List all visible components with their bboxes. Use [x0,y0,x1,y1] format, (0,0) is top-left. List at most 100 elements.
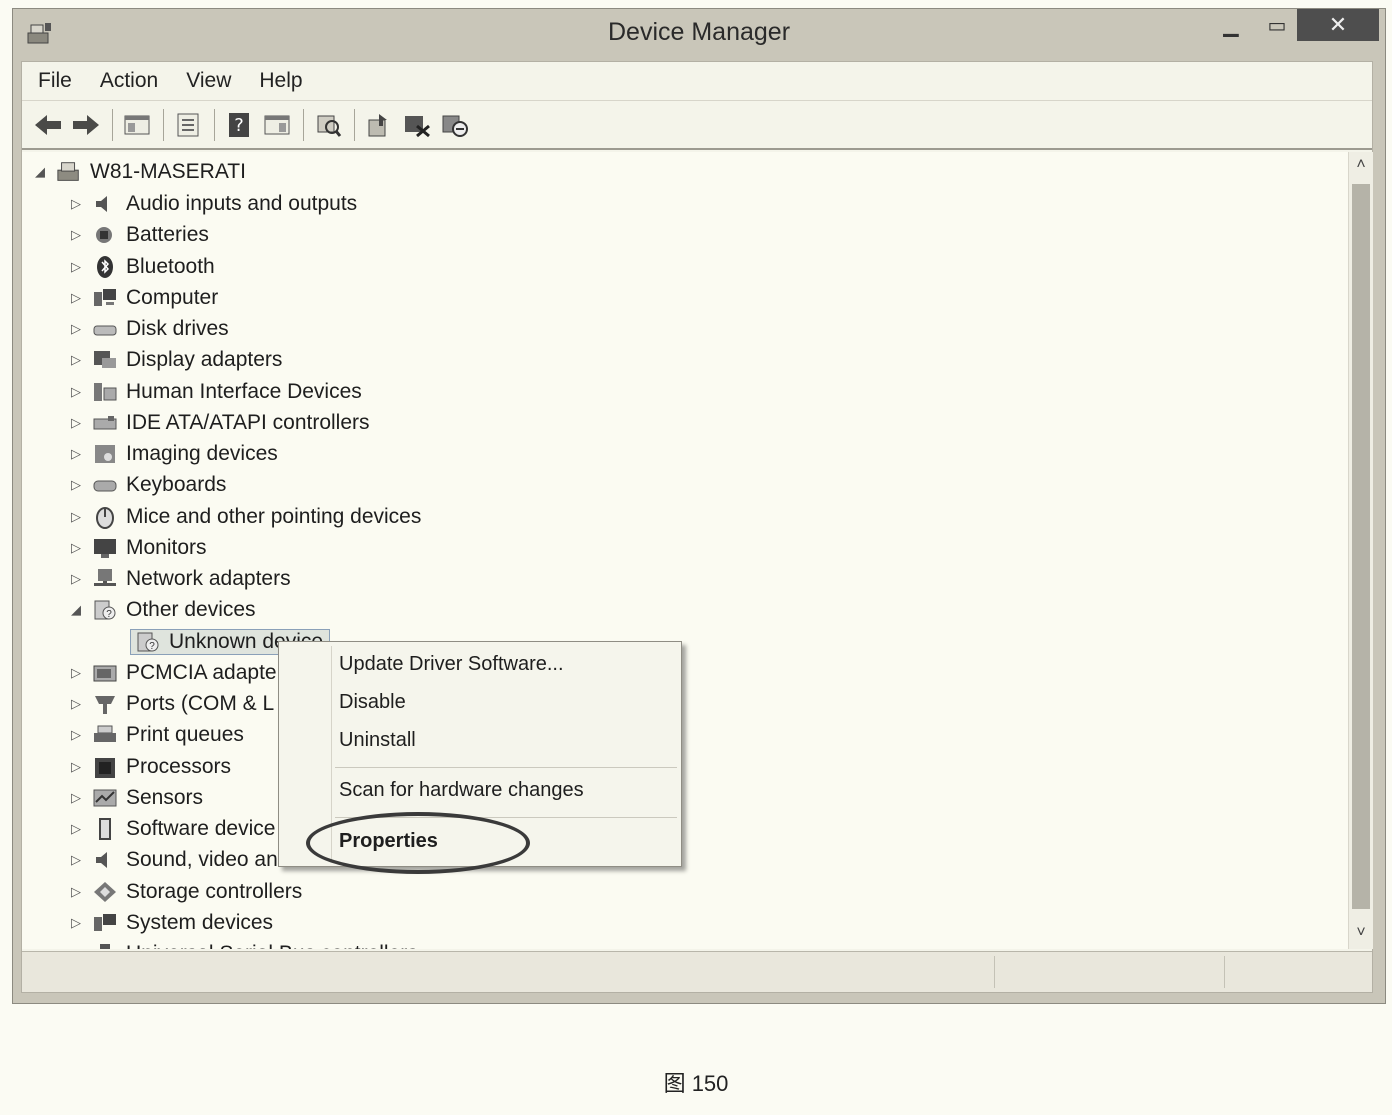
tree-category-item[interactable]: ▷ Human Interface Devices [68,377,362,407]
help-icon: ? [229,112,249,137]
expand-icon[interactable]: ▷ [68,727,84,743]
expand-icon[interactable]: ▷ [68,790,84,806]
tree-category-item[interactable]: ▷ Audio inputs and outputs [68,189,357,219]
menu-item-update-driver[interactable]: Update Driver Software... [339,653,564,676]
tree-item-label: Ports (COM & L [126,692,275,715]
tree-category-item[interactable]: ▷ Keyboards [68,470,226,500]
scan-hardware-button[interactable] [312,109,344,141]
title-bar[interactable]: Device Manager ▁ ▭ ✕ [13,9,1385,61]
expand-icon[interactable]: ▷ [68,384,84,400]
scroll-down-icon[interactable]: ˅ [1349,924,1373,942]
context-menu-separator [335,767,677,768]
menu-help[interactable]: Help [259,69,302,93]
tree-category-item[interactable]: ▷ Computer [68,283,218,313]
expand-icon[interactable]: ▷ [68,477,84,493]
tree-category-item[interactable]: ▷ Network adapters [68,564,291,594]
menu-item-uninstall[interactable]: Uninstall [339,729,416,752]
back-button[interactable] [32,109,64,141]
expand-icon[interactable]: ▷ [68,352,84,368]
computer-root-icon [56,160,82,184]
expand-icon[interactable]: ▷ [68,196,84,212]
update-driver-button[interactable] [363,109,395,141]
tree-item-label: Monitors [126,535,207,559]
expand-icon[interactable]: ▷ [68,259,84,275]
expand-icon[interactable]: ▷ [68,446,84,462]
collapse-icon[interactable]: ◢ [32,164,48,180]
uninstall-device-icon [442,115,468,137]
tree-category-item[interactable]: ▷ Software device [68,814,275,844]
tree-category-item[interactable]: ▷ Sound, video an [68,845,278,875]
tree-item-label: Network adapters [126,567,291,590]
tree-category-item[interactable]: ▷ Batteries [68,220,209,250]
menu-view[interactable]: View [186,69,231,93]
tree-category-item[interactable]: ▷ Ports (COM & L [68,689,274,719]
processor-icon [92,755,118,779]
forward-icon [73,114,99,135]
menu-file[interactable]: File [38,69,72,93]
expand-icon[interactable]: ▷ [68,540,84,556]
scrollbar-thumb[interactable] [1352,184,1370,909]
expand-icon[interactable]: ▷ [68,884,84,900]
tree-category-item[interactable]: ▷ Sensors [68,783,203,813]
tree-category-item[interactable]: ◢? Other devices [68,595,256,625]
svg-text:?: ? [106,609,112,620]
tree-category-item[interactable]: ▷ Processors [68,752,231,782]
collapse-icon[interactable]: ◢ [68,602,84,618]
disable-device-button[interactable] [401,109,433,141]
expand-icon[interactable]: ▷ [68,509,84,525]
tree-item-label: Sound, video an [126,848,278,872]
expand-icon[interactable]: ▷ [68,696,84,712]
storage-icon [92,880,118,904]
tree-category-item[interactable]: ▷ Imaging devices [68,439,278,469]
menu-item-disable[interactable]: Disable [339,691,406,714]
svg-text:?: ? [149,641,155,652]
tree-category-item[interactable]: ▷ System devices [68,908,273,938]
close-button[interactable]: ✕ [1297,9,1379,41]
expand-icon[interactable]: ▷ [68,571,84,587]
menu-item-scan-hardware[interactable]: Scan for hardware changes [339,779,584,802]
tree-category-item[interactable]: ▷ IDE ATA/ATAPI controllers [68,408,370,438]
properties-button[interactable] [172,109,204,141]
tree-category-item[interactable]: ▷ Monitors [68,533,207,563]
scan-hardware-icon [317,115,342,137]
tree-item-label: Software device [126,817,276,840]
tree-category-item[interactable]: ▷ Mice and other pointing devices [68,502,421,532]
expand-icon[interactable]: ▷ [68,665,84,681]
menu-action[interactable]: Action [100,69,158,93]
expand-icon[interactable]: ▷ [68,415,84,431]
uninstall-device-button[interactable] [439,109,471,141]
forward-button[interactable] [70,109,102,141]
expand-icon[interactable]: ▷ [68,915,84,931]
minimize-button[interactable]: ▁ [1208,9,1254,41]
tree-category-item[interactable]: ▷ Storage controllers [68,877,302,907]
tree-category-item[interactable]: ▷ Display adapters [68,345,282,375]
tree-category-item[interactable]: ▷ Universal Serial Bus controllers [68,939,418,949]
disable-device-icon [405,115,430,137]
expand-icon[interactable]: ▷ [68,290,84,306]
properties-icon [177,113,199,136]
vertical-scrollbar[interactable]: ˄ ˅ [1348,152,1373,949]
tree-category-item[interactable]: ▷ PCMCIA adapte [68,658,277,688]
sensor-icon [92,786,118,810]
tree-category-item[interactable]: ▷ Print queues [68,720,244,750]
help-button[interactable]: ? [223,109,255,141]
close-icon: ✕ [1328,12,1348,37]
expand-icon[interactable]: ▷ [68,821,84,837]
device-tree[interactable]: ◢ W81-MASERATI ▷ Audio inputs and outputs… [22,152,1348,949]
expand-icon[interactable]: ▷ [68,227,84,243]
expand-icon[interactable]: ▷ [68,321,84,337]
expand-icon[interactable]: ▷ [68,852,84,868]
action-pane-button[interactable] [261,109,293,141]
expand-icon[interactable]: ▷ [68,946,84,949]
scroll-up-icon[interactable]: ˄ [1349,156,1373,174]
tree-root[interactable]: ◢ W81-MASERATI [32,157,246,187]
tree-category-item[interactable]: ▷ Disk drives [68,314,229,344]
tree-category-item[interactable]: ▷ Bluetooth [68,252,215,282]
show-hide-console-tree-button[interactable] [121,109,153,141]
mouse-icon [92,505,118,529]
svg-text:?: ? [234,115,244,136]
maximize-button[interactable]: ▭ [1254,9,1300,41]
expand-icon[interactable]: ▷ [68,759,84,775]
show-hide-console-tree-icon [124,115,150,134]
toolbar-separator [303,108,304,141]
